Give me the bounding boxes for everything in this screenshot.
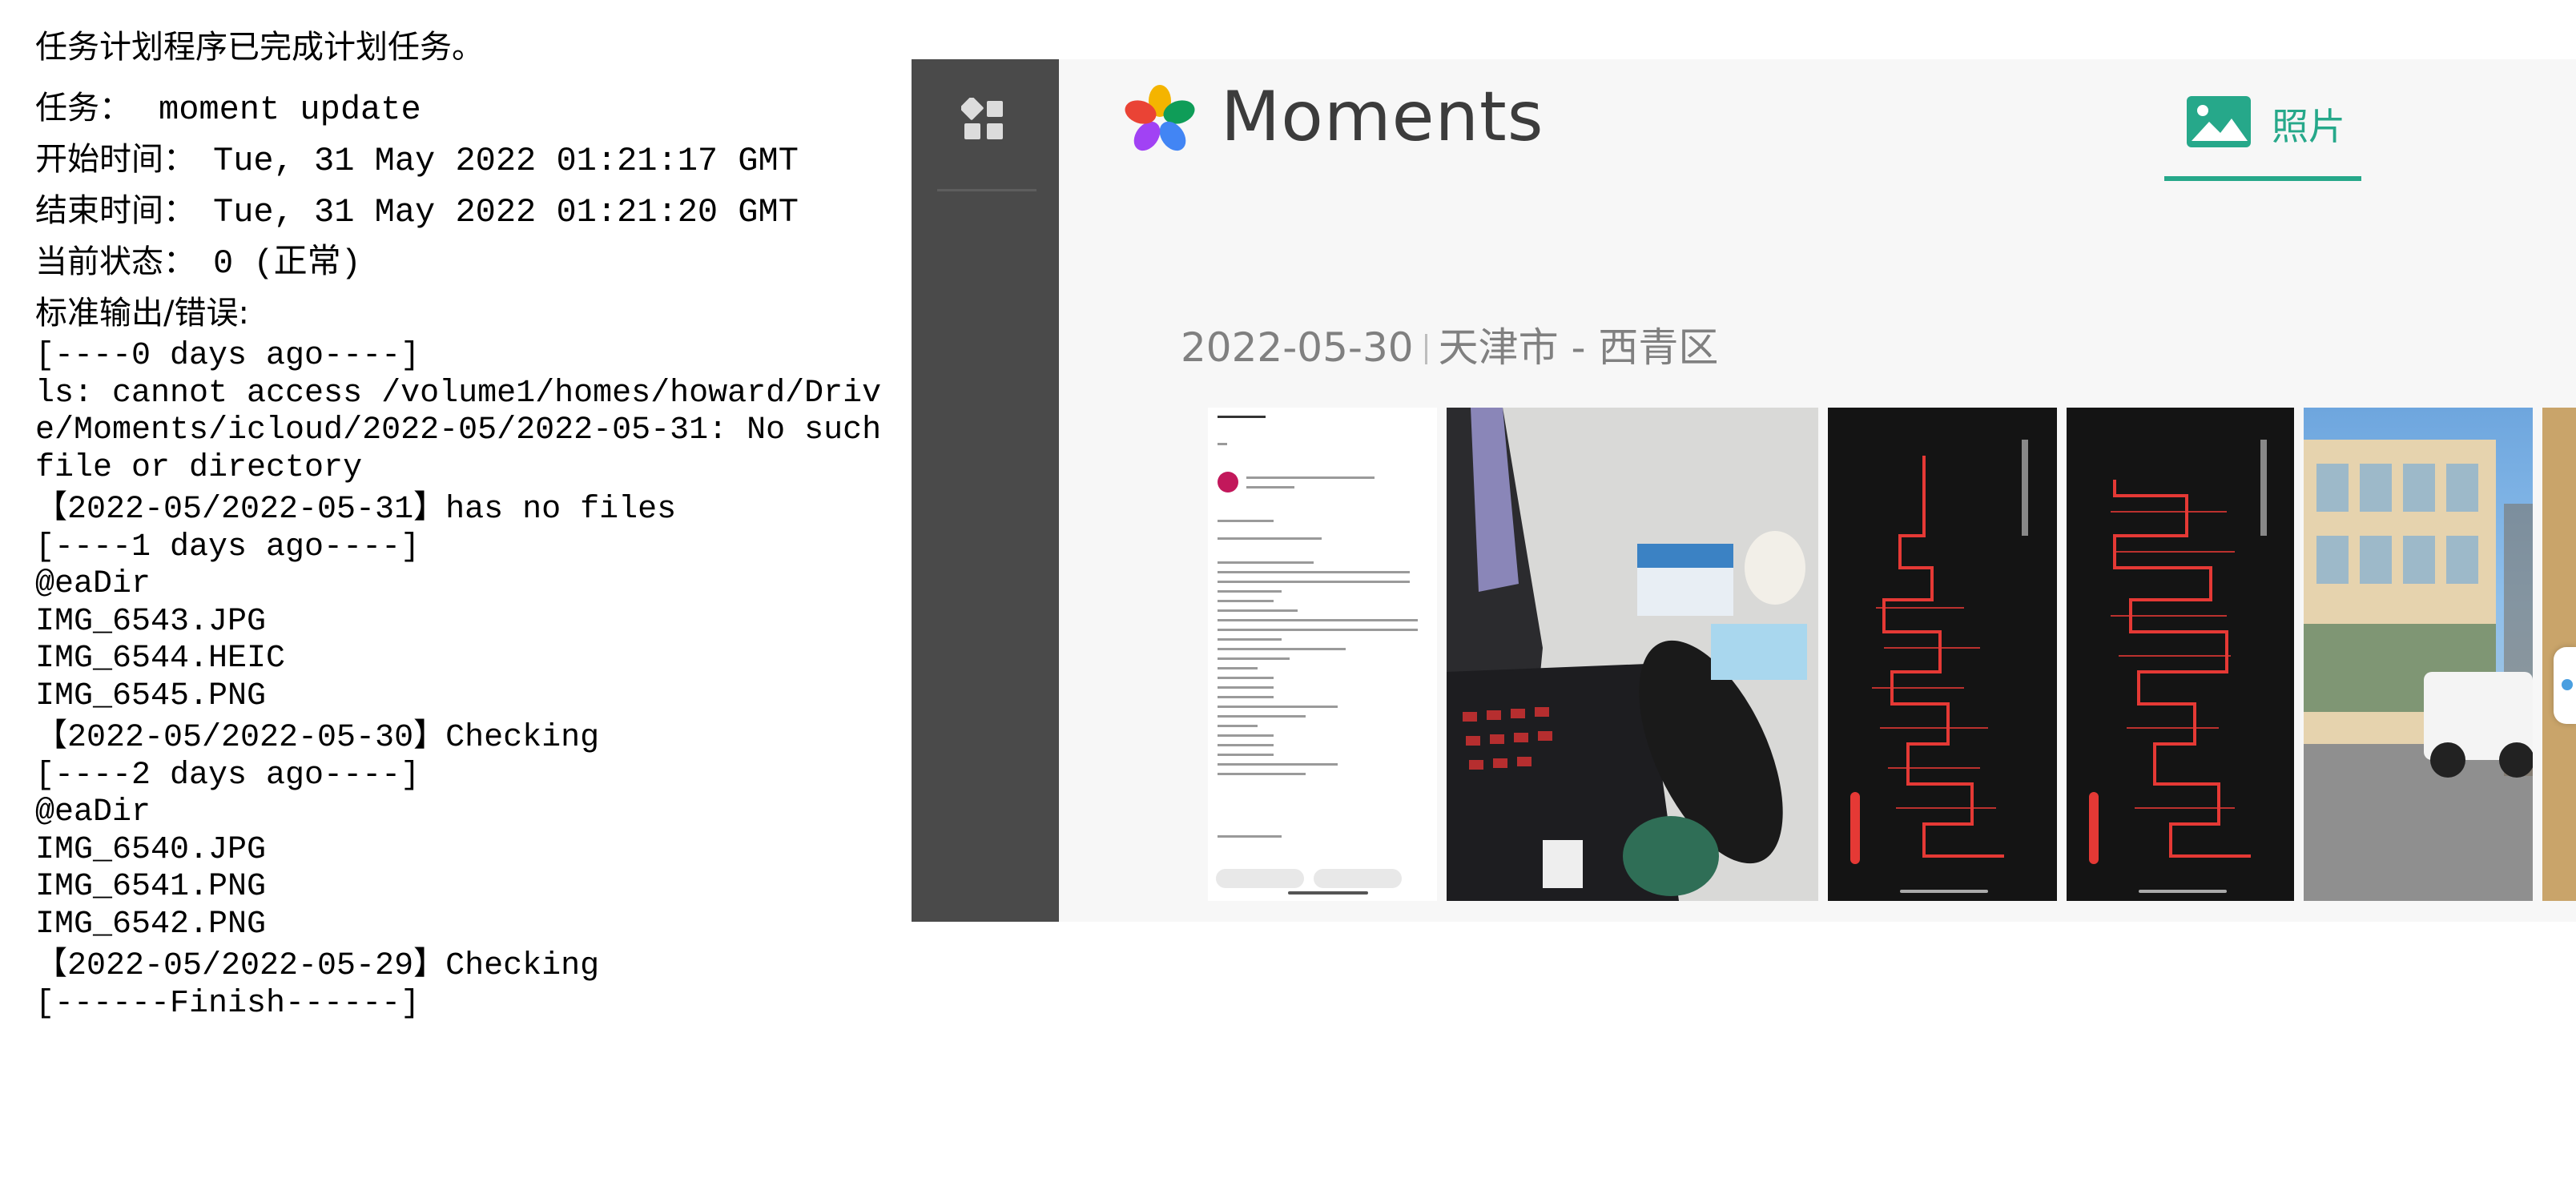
start-time-field: 开始时间： Tue, 31 May 2022 01:21:17 GMT	[35, 135, 884, 186]
log-line: [----0 days ago----]	[35, 338, 421, 374]
log-line: @eaDir	[35, 566, 151, 602]
task-value: moment update	[159, 90, 421, 129]
email-intro: 任务计划程序已完成计划任务。	[35, 29, 484, 66]
log-line: ls: cannot access /volume1/homes/howard/…	[35, 375, 901, 486]
log-line: @eaDir	[35, 794, 151, 830]
app-title: Moments	[1221, 77, 1544, 157]
status-label: 当前状态：	[35, 243, 195, 280]
photo-thumbnail[interactable]	[1828, 408, 2057, 901]
log-line: IMG_6540.JPG	[35, 831, 267, 868]
task-field: 任务： moment update	[35, 83, 884, 135]
start-time-label: 开始时间：	[35, 141, 195, 178]
stdout-label: 标准输出/错误:	[35, 295, 249, 332]
photo-row	[1208, 408, 2576, 901]
location-text: 天津市 - 西青区	[1438, 324, 1719, 371]
log-line: IMG_6542.PNG	[35, 906, 267, 943]
tab-active-indicator	[2164, 176, 2361, 181]
moments-logo-icon	[1125, 85, 1195, 151]
log-line: 【2022-05/2022-05-29】Checking	[35, 948, 600, 984]
sidebar-divider	[937, 189, 1036, 191]
photo-thumbnail[interactable]	[1447, 408, 1818, 901]
log-line: [------Finish------]	[35, 985, 421, 1022]
photo-thumbnail[interactable]	[2304, 408, 2533, 901]
end-time-field: 结束时间： Tue, 31 May 2022 01:21:20 GMT	[35, 186, 884, 237]
scroll-handle[interactable]	[2554, 647, 2576, 724]
building-photo	[2304, 440, 2533, 901]
moments-screenshot: Moments 照片 2022-05-30 天津市 - 西青区	[912, 59, 2576, 922]
log-line: 【2022-05/2022-05-31】has no files	[35, 492, 677, 528]
log-line: IMG_6543.JPG	[35, 603, 267, 640]
log-line: IMG_6544.HEIC	[35, 641, 286, 677]
sidebar	[912, 59, 1059, 922]
status-value: 0 (正常)	[213, 244, 361, 283]
chart-thumbnail	[1850, 440, 2028, 893]
log-line: [----2 days ago----]	[35, 757, 421, 794]
date-header: 2022-05-30 天津市 - 西青区	[1181, 316, 1718, 373]
start-time-value: Tue, 31 May 2022 01:21:17 GMT	[213, 142, 799, 180]
log-line: [----1 days ago----]	[35, 529, 421, 565]
photo-thumbnail[interactable]	[1208, 408, 1437, 901]
chart-thumbnail	[2089, 440, 2267, 893]
tab-photos[interactable]: 照片	[2164, 82, 2361, 181]
date-separator	[1424, 334, 1427, 364]
end-time-value: Tue, 31 May 2022 01:21:20 GMT	[213, 193, 799, 231]
photo-thumbnail[interactable]	[2067, 408, 2294, 901]
grid-icon[interactable]	[961, 98, 1006, 143]
photo-icon	[2187, 96, 2251, 147]
email-body: 任务计划程序已完成计划任务。 任务： moment update 开始时间： Tue…	[35, 21, 884, 1023]
log-line: IMG_6545.PNG	[35, 677, 267, 714]
task-label: 任务：	[35, 90, 131, 127]
tab-photos-label: 照片	[2272, 105, 2345, 148]
date-text: 2022-05-30	[1181, 324, 1414, 371]
chevron-right-icon	[2562, 679, 2573, 690]
log-line: 【2022-05/2022-05-30】Checking	[35, 720, 600, 756]
log-line: IMG_6541.PNG	[35, 869, 267, 905]
log-output: [----0 days ago----] ls: cannot access /v…	[35, 338, 884, 1023]
status-field: 当前状态： 0 (正常)	[35, 237, 884, 288]
end-time-label: 结束时间：	[35, 192, 195, 229]
top-bar: Moments 照片	[1059, 59, 2576, 195]
